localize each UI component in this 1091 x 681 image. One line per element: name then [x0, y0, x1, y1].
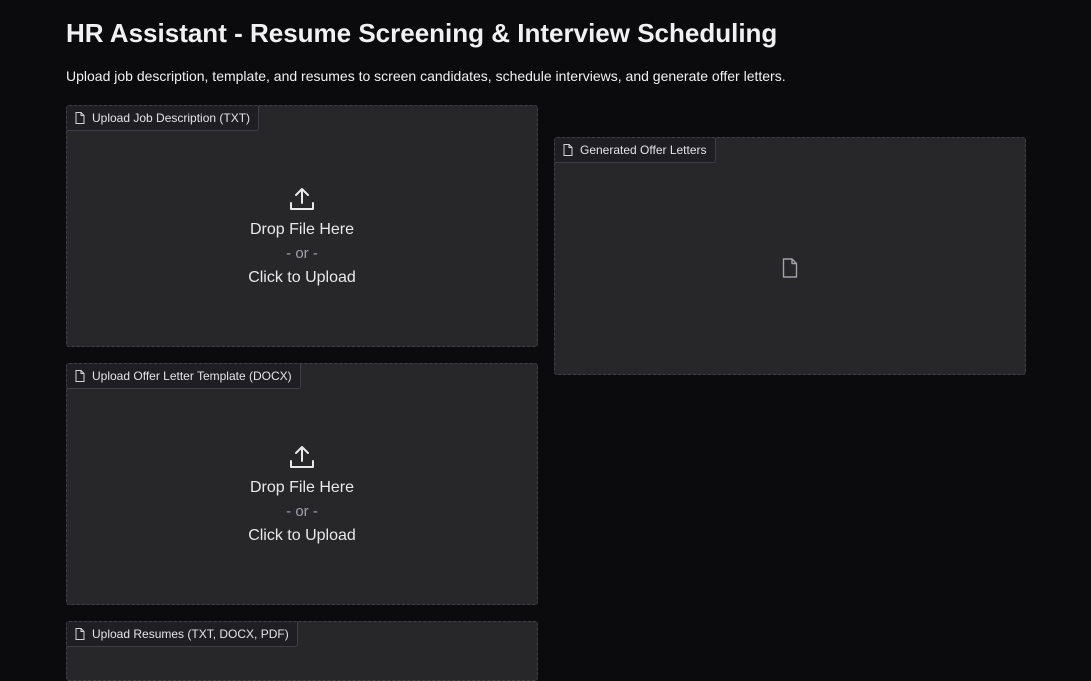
job-description-label-tag: Upload Job Description (TXT)	[67, 106, 260, 131]
resumes-label: Upload Resumes (TXT, DOCX, PDF)	[92, 627, 289, 641]
job-description-upload-panel: Upload Job Description (TXT) Drop File H…	[66, 105, 538, 347]
drop-file-text: Drop File Here	[249, 221, 355, 238]
file-icon	[75, 370, 85, 382]
offer-template-drop-zone[interactable]: Drop File Here - or - Click to Upload	[67, 388, 537, 604]
offer-template-label-tag: Upload Offer Letter Template (DOCX)	[67, 364, 301, 389]
generated-offer-letters-panel: Generated Offer Letters	[554, 137, 1026, 375]
resumes-upload-panel[interactable]: Upload Resumes (TXT, DOCX, PDF)	[66, 621, 538, 681]
file-icon	[782, 258, 798, 278]
output-empty-state	[555, 162, 1025, 374]
file-icon	[563, 144, 573, 156]
click-to-upload-text: Click to Upload	[248, 527, 356, 544]
file-icon	[75, 112, 85, 124]
page-title: HR Assistant - Resume Screening & Interv…	[66, 18, 778, 48]
generated-offer-letters-label-tag: Generated Offer Letters	[555, 138, 716, 163]
or-separator: - or -	[286, 503, 318, 520]
file-icon	[75, 628, 85, 640]
or-separator: - or -	[286, 245, 318, 262]
page-subtitle: Upload job description, template, and re…	[66, 68, 786, 84]
upload-icon	[290, 446, 314, 468]
generated-offer-letters-label: Generated Offer Letters	[580, 143, 707, 157]
job-description-drop-zone[interactable]: Drop File Here - or - Click to Upload	[67, 130, 537, 346]
resumes-label-tag: Upload Resumes (TXT, DOCX, PDF)	[67, 622, 298, 647]
job-description-label: Upload Job Description (TXT)	[92, 111, 251, 125]
click-to-upload-text: Click to Upload	[248, 269, 356, 286]
drop-file-text: Drop File Here	[249, 479, 355, 496]
upload-icon	[290, 188, 314, 210]
offer-template-upload-panel: Upload Offer Letter Template (DOCX) Drop…	[66, 363, 538, 605]
offer-template-label: Upload Offer Letter Template (DOCX)	[92, 369, 292, 383]
